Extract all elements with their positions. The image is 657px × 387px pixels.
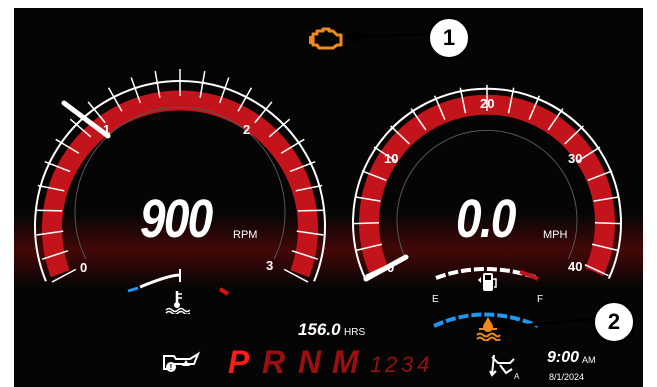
speedometer-scale-label: 10 — [384, 151, 399, 166]
dial-tick — [353, 222, 380, 225]
speedometer-outer-ring — [352, 87, 622, 280]
gear-number: 1 — [370, 352, 383, 377]
fuel-full-label: F — [537, 294, 544, 305]
gear-number: 3 — [401, 352, 414, 377]
fuel-empty-label: E — [432, 294, 439, 305]
svg-text:!: ! — [170, 363, 173, 372]
trim-icon: A — [489, 354, 520, 381]
dial-tick — [297, 209, 325, 212]
tachometer-dial — [34, 69, 326, 296]
speedometer-scale-label: 0 — [387, 260, 395, 275]
oil-pressure-icon: ! — [163, 351, 201, 372]
dial-tick — [594, 222, 621, 225]
gear-manual: M — [332, 344, 359, 380]
speed-unit: MPH — [543, 229, 568, 241]
tachometer-scale-label: 3 — [266, 258, 274, 273]
speedometer-scale-label: 40 — [568, 259, 583, 274]
speedometer-scale-label: 20 — [480, 96, 495, 111]
gear-park: P — [228, 344, 250, 380]
callout-1: 1 — [427, 16, 471, 60]
dial-tick — [35, 209, 63, 212]
gear-number: 2 — [385, 352, 398, 377]
callout-2: 2 — [592, 300, 636, 344]
water-in-fuel-icon — [476, 317, 501, 341]
tachometer-scale-label: 2 — [243, 122, 251, 137]
speed-readout: 0.0 — [456, 189, 516, 249]
engine-hours-unit: HRS — [344, 327, 366, 338]
coolant-gauge-cold-segment — [127, 286, 139, 293]
gear-number: 4 — [417, 352, 430, 377]
rpm-unit: RPM — [233, 229, 258, 241]
tachometer-scale-label: 0 — [80, 260, 88, 275]
tachometer-scale-label: 1 — [103, 122, 111, 137]
rpm-readout: 900 — [140, 189, 213, 249]
engine-warning-icon — [309, 27, 343, 50]
coolant-gauge-arc — [139, 273, 181, 289]
speedometer-scale-label: 30 — [568, 151, 583, 166]
svg-text:A: A — [514, 372, 520, 381]
gear-neutral: N — [298, 344, 322, 380]
callout-1-arrowhead — [344, 30, 359, 44]
gear-reverse: R — [262, 344, 286, 380]
clock-ampm: AM — [582, 355, 596, 365]
clock-date: 8/1/2024 — [549, 372, 585, 382]
callout-2-leader — [497, 317, 595, 330]
instrument-cluster: 1 2 0 1 2 3 900 RPM 0 10 20 30 40 0.0 MP… — [14, 8, 643, 387]
coolant-temperature-icon — [165, 291, 190, 314]
coolant-gauge-hot-segment — [218, 287, 230, 296]
fuel-pump-icon — [478, 273, 497, 291]
clock-time: 9:00 — [547, 349, 580, 366]
callout-1-leader — [349, 32, 432, 39]
engine-hours-value: 156.0 — [298, 320, 341, 339]
